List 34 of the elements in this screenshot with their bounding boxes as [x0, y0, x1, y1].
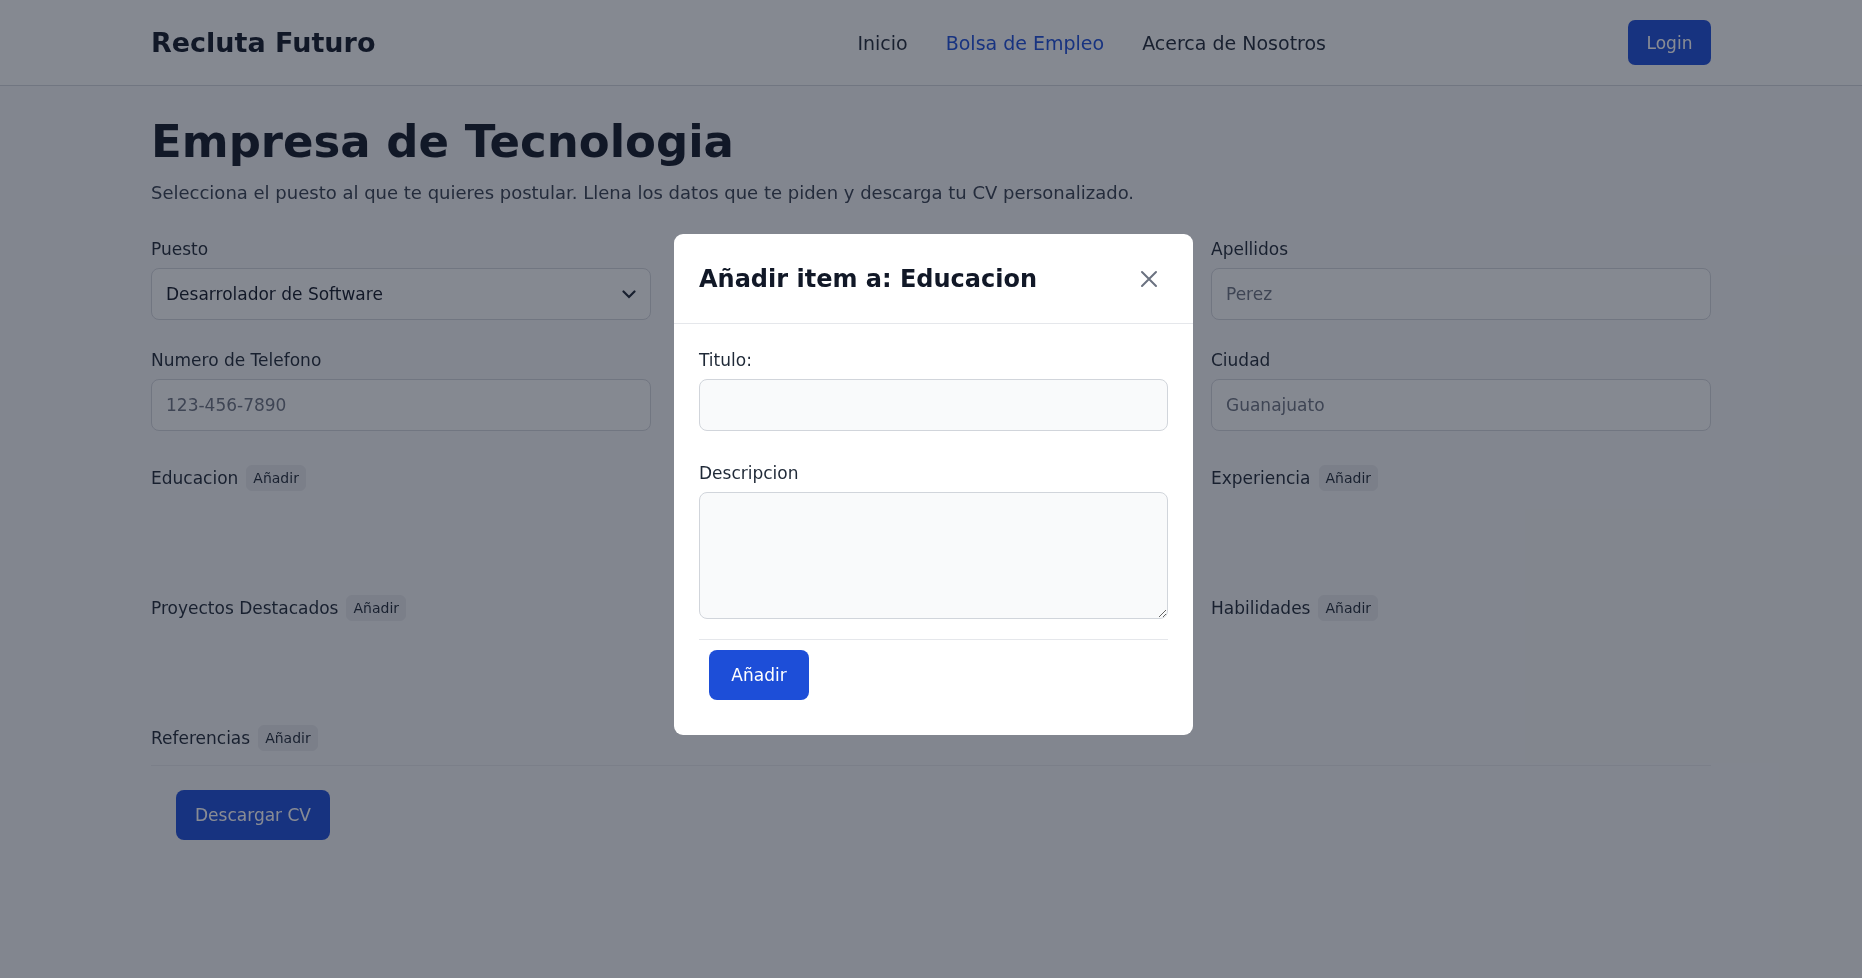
input-field[interactable]: Perez	[1211, 268, 1711, 321]
field-label: Titulo:	[699, 350, 753, 370]
page-title: Empresa de Tecnologia	[151, 114, 735, 170]
field-label: Apellidos	[1211, 239, 1290, 260]
add-button[interactable]: Añadir	[1318, 465, 1379, 492]
submit-button[interactable]: Añadir	[709, 650, 809, 700]
field-label: Ciudad	[1211, 350, 1272, 371]
nav-link[interactable]: Bolsa de Empleo	[945, 31, 1105, 54]
modal-title: Añadir item a: Educacion	[699, 264, 1038, 293]
section-label: Educacion	[151, 468, 239, 489]
select-field[interactable]: Desarrolador de Software	[151, 268, 651, 321]
login-button[interactable]: Login	[1628, 20, 1711, 65]
add-button[interactable]: Añadir	[258, 725, 318, 752]
section-label: Proyectos Destacados	[151, 598, 339, 619]
section-label: Habilidades	[1211, 598, 1311, 619]
add-button[interactable]: Añadir	[1318, 595, 1379, 622]
nav-link[interactable]: Inicio	[857, 31, 908, 54]
chevron-down-icon	[622, 289, 636, 299]
download-cv-button[interactable]: Descargar CV	[176, 790, 330, 841]
field-label: Puesto	[151, 239, 210, 260]
section-label: Referencias	[151, 728, 251, 749]
input-field[interactable]	[699, 379, 1168, 431]
section-label: Experiencia	[1211, 468, 1311, 489]
field-label: Descripcion	[699, 463, 800, 483]
input-field[interactable]: 123-456-7890	[151, 379, 651, 432]
brand-name[interactable]: Recluta Futuro	[151, 27, 376, 58]
nav-link[interactable]: Acerca de Nosotros	[1142, 31, 1326, 54]
textarea-field[interactable]	[699, 492, 1168, 619]
field-label: Numero de Telefono	[151, 350, 323, 371]
close-icon[interactable]	[1140, 269, 1158, 288]
page-subtitle: Selecciona el puesto al que te quieres postular. Llena los datos que te piden y descarga tu CV personalizado.	[151, 182, 1136, 204]
add-button[interactable]: Añadir	[246, 465, 306, 492]
input-field[interactable]: Guanajuato	[1211, 379, 1711, 432]
add-button[interactable]: Añadir	[346, 595, 407, 622]
